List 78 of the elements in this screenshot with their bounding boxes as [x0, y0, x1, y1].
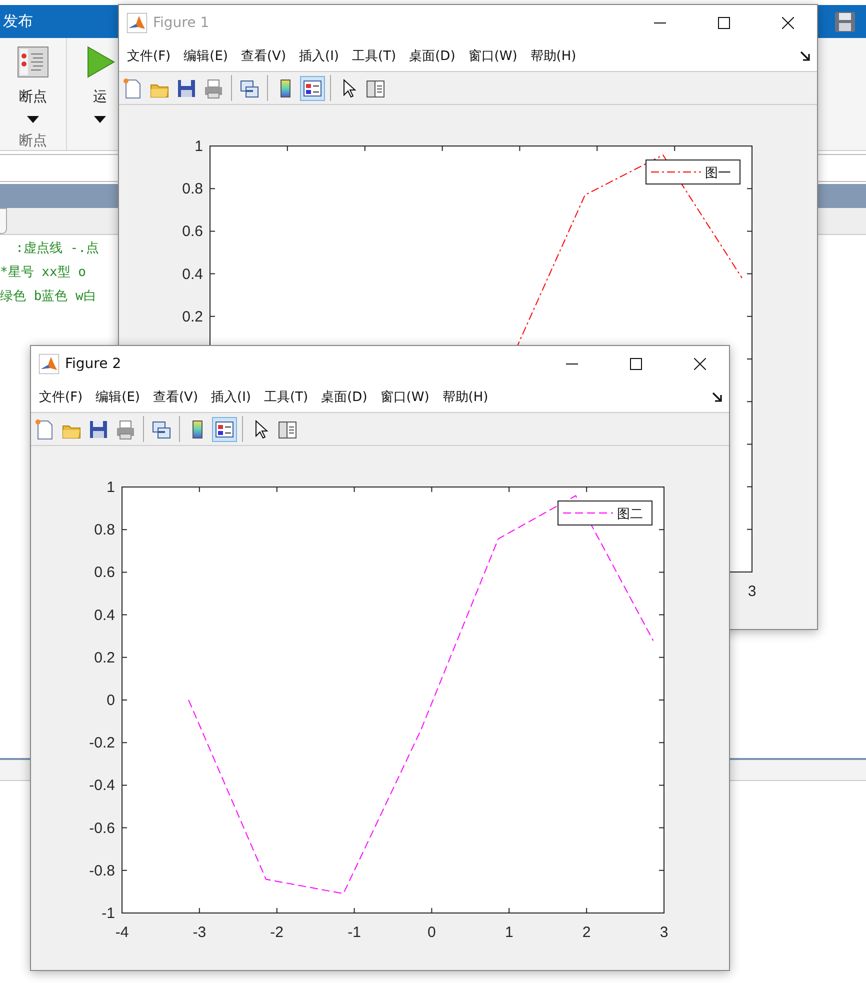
new-file-icon — [122, 78, 143, 98]
window-title: Figure 2 — [65, 356, 122, 372]
matlab-logo-icon — [127, 13, 147, 33]
tick-label: -0.4 — [89, 777, 115, 794]
maximize-icon — [630, 358, 642, 370]
tick-label: -0.6 — [89, 820, 115, 837]
ribbon-tab[interactable]: 发布 — [0, 12, 33, 31]
caret-icon — [27, 116, 39, 124]
menu-item[interactable]: 桌面(D) — [409, 47, 456, 65]
menu-item[interactable]: 帮助(H) — [530, 47, 576, 65]
menu-item[interactable]: 插入(I) — [211, 388, 252, 406]
legend-label: 图一 — [705, 166, 731, 181]
tick-label: 1 — [504, 924, 514, 941]
tick-label: 0.2 — [94, 649, 115, 666]
menu-item[interactable]: 文件(F) — [127, 47, 171, 65]
menu-item[interactable]: 查看(V) — [240, 47, 286, 65]
minimize-icon — [566, 363, 578, 365]
tick-label: -1 — [348, 924, 361, 941]
tick-label: 0.6 — [94, 564, 115, 582]
tick-label: -3 — [192, 924, 206, 941]
linked-windows-icon — [151, 418, 172, 440]
tick-label: 0.8 — [94, 522, 115, 539]
tick-label: -2 — [270, 924, 284, 941]
menu-item[interactable]: 桌面(D) — [321, 388, 368, 406]
menu-item[interactable]: 工具(T) — [264, 388, 308, 406]
printer-icon — [203, 78, 224, 98]
breakpoints-button[interactable]: 断点 — [17, 46, 49, 124]
menu-item[interactable]: 插入(I) — [299, 47, 340, 65]
legend-label: 图二 — [617, 507, 643, 522]
caret-icon — [94, 116, 106, 124]
panel-icon — [365, 78, 386, 98]
code-line: *星号 xx型 o — [0, 264, 86, 282]
tick-label: 0.4 — [94, 606, 115, 624]
window-title: Figure 1 — [153, 15, 210, 31]
run-button[interactable]: 运 — [84, 46, 116, 124]
maximize-icon — [718, 17, 730, 29]
tick-label: 3 — [748, 583, 756, 600]
tick-label: -0.2 — [89, 734, 115, 752]
legend-button[interactable] — [300, 76, 325, 100]
menu-item[interactable]: 编辑(E) — [184, 47, 228, 65]
dock-arrow-icon[interactable] — [711, 391, 723, 403]
tick-label: -4 — [115, 924, 129, 941]
close-icon — [694, 358, 706, 370]
close-icon — [782, 17, 794, 29]
panel-icon — [277, 418, 298, 440]
tick-label: 2 — [582, 924, 591, 941]
legend-icon — [214, 418, 235, 440]
tick-label: 0.8 — [182, 180, 203, 198]
linked-windows-icon — [239, 78, 260, 98]
menu-item[interactable]: 窗口(W) — [468, 47, 518, 65]
tick-label: 0.6 — [182, 223, 203, 240]
menu-item[interactable]: 文件(F) — [39, 388, 83, 406]
matlab-logo-icon — [39, 354, 59, 374]
menu-item[interactable]: 编辑(E) — [96, 388, 140, 406]
dock-arrow-icon[interactable] — [799, 50, 811, 62]
printer-icon — [115, 418, 136, 440]
minimize-icon — [654, 22, 666, 24]
menu-item[interactable]: 工具(T) — [352, 47, 396, 65]
tick-label: 0 — [106, 692, 115, 709]
menu-item[interactable]: 查看(V) — [152, 388, 198, 406]
tick-label: 0.2 — [182, 308, 203, 326]
code-line: :虚点线 -.点 — [14, 240, 99, 258]
tick-label: 0 — [428, 924, 436, 941]
menu-item[interactable]: 窗口(W) — [380, 388, 430, 406]
tick-label: 1 — [194, 138, 203, 155]
legend-button[interactable] — [212, 416, 237, 442]
legend-icon — [302, 78, 323, 98]
tick-label: 1 — [106, 479, 115, 496]
menu-item[interactable]: 帮助(H) — [442, 388, 488, 406]
group-label: 断点 — [19, 132, 47, 150]
tick-label: 3 — [660, 924, 668, 941]
code-line: 绿色 b蓝色 w白 — [0, 288, 96, 306]
tick-label: -1 — [102, 905, 115, 922]
new-file-icon — [34, 418, 55, 440]
legend-line — [562, 512, 614, 514]
tick-label: -0.8 — [89, 862, 115, 880]
breakpoints-icon — [17, 46, 49, 78]
tick-label: 0.4 — [182, 266, 203, 283]
